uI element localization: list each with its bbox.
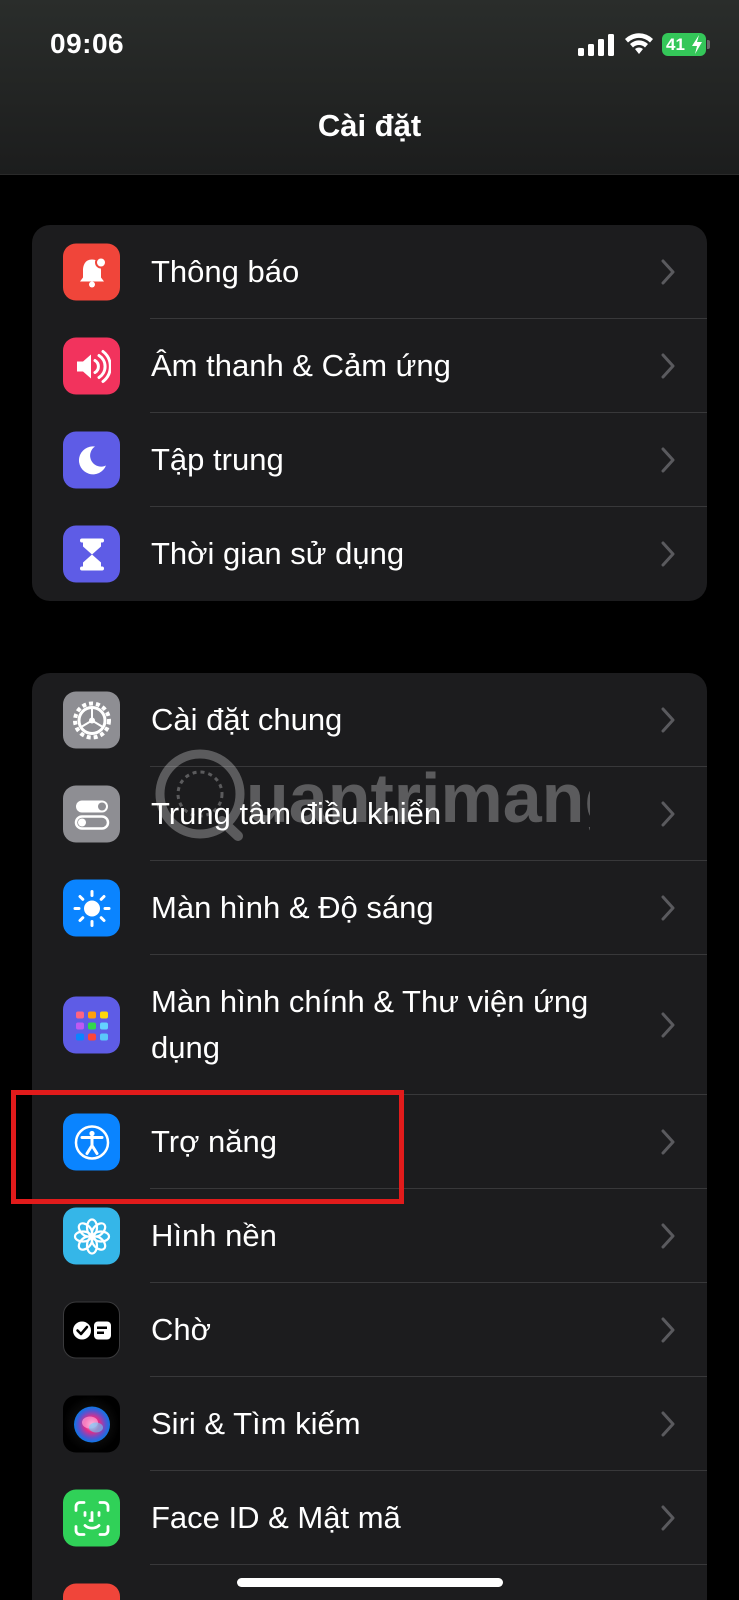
chevron-right-icon (661, 259, 675, 285)
chevron-right-icon (661, 1505, 675, 1531)
row-label: Thời gian sử dụng (151, 536, 405, 571)
page-title: Cài đặt (317, 108, 422, 143)
chevron-right-icon (661, 353, 675, 379)
flower-icon (63, 1207, 120, 1265)
row-label: Cài đặt chung (151, 702, 343, 737)
settings-row-siri-search[interactable]: Siri & Tìm kiếm (32, 1377, 707, 1471)
chevron-right-icon (661, 1223, 675, 1249)
row-label: Màn hình & Độ sáng (151, 890, 434, 925)
row-label: Hình nền (151, 1218, 277, 1253)
chevron-right-icon (661, 801, 675, 827)
settings-row-standby[interactable]: Chờ (32, 1283, 707, 1377)
settings-row-notifications[interactable]: Thông báo (32, 225, 707, 319)
home-indicator[interactable] (237, 1578, 503, 1587)
row-label: Trung tâm điều khiển (151, 796, 442, 831)
row-label: Face ID & Mật mã (151, 1500, 401, 1535)
battery-level: 41 (666, 35, 685, 54)
settings-row-general[interactable]: Cài đặt chung (32, 673, 707, 767)
highlight-box (11, 1090, 404, 1204)
bell-icon (63, 243, 120, 301)
siri-icon (63, 1395, 120, 1453)
settings-row-home-screen-app-library[interactable]: Màn hình chính & Thư viện ứng dụng (32, 955, 707, 1095)
row-label: Thông báo (151, 254, 300, 289)
battery-indicator: 41 (662, 33, 706, 56)
settings-row-face-id-passcode[interactable]: Face ID & Mật mã (32, 1471, 707, 1565)
chevron-right-icon (661, 1317, 675, 1343)
row-label: Chờ (151, 1312, 211, 1347)
settings-row-screen-time[interactable]: Thời gian sử dụng (32, 507, 707, 601)
settings-row-focus[interactable]: Tập trung (32, 413, 707, 507)
speaker-icon (63, 337, 120, 395)
wifi-icon (625, 33, 653, 54)
row-label: Âm thanh & Cảm ứng (151, 348, 451, 383)
chevron-right-icon (661, 1129, 675, 1155)
partial-app-icon (63, 1583, 120, 1600)
app-grid-icon (63, 996, 120, 1054)
gear-icon (63, 691, 120, 749)
chevron-right-icon (661, 1411, 675, 1437)
chevron-right-icon (661, 541, 675, 567)
chevron-right-icon (661, 707, 675, 733)
settings-row-control-center[interactable]: Trung tâm điều khiển (32, 767, 707, 861)
chevron-right-icon (661, 895, 675, 921)
face-id-icon (63, 1489, 120, 1547)
settings-row-sounds-haptics[interactable]: Âm thanh & Cảm ứng (32, 319, 707, 413)
standby-icon (63, 1301, 120, 1359)
charging-bolt-icon (692, 35, 702, 54)
status-bar: 09:06 41 (0, 0, 739, 90)
navigation-header: 09:06 41 Cài đặt (0, 0, 739, 175)
chevron-right-icon (661, 1012, 675, 1038)
settings-row-display-brightness[interactable]: Màn hình & Độ sáng (32, 861, 707, 955)
battery-cap (707, 40, 710, 49)
row-label: Tập trung (151, 442, 284, 477)
row-label: Màn hình chính & Thư viện ứng dụng (151, 984, 589, 1065)
cellular-signal-icon (578, 34, 614, 56)
row-label: Siri & Tìm kiếm (151, 1406, 361, 1441)
settings-group-1: Thông báo Âm thanh & Cảm ứng Tập trung T… (32, 225, 707, 601)
toggles-icon (63, 785, 120, 843)
moon-icon (63, 431, 120, 489)
status-time: 09:06 (50, 28, 125, 59)
sun-icon (63, 879, 120, 937)
hourglass-icon (63, 525, 120, 583)
chevron-right-icon (661, 447, 675, 473)
